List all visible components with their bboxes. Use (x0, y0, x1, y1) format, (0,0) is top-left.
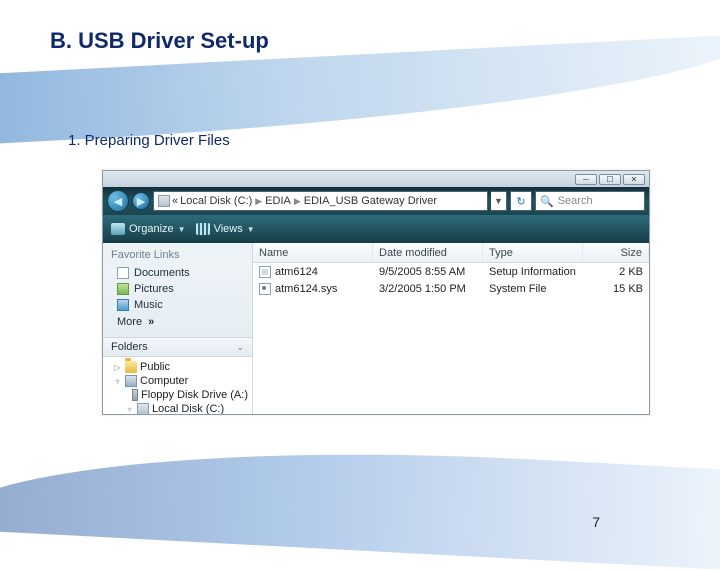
file-date: 9/5/2005 8:55 AM (373, 266, 483, 278)
music-icon (117, 299, 129, 311)
slide-title: B. USB Driver Set-up (50, 28, 269, 54)
slide-decoration-bottom (0, 429, 720, 571)
column-name[interactable]: Name (253, 243, 373, 262)
file-date: 3/2/2005 1:50 PM (373, 283, 483, 295)
views-label: Views (214, 223, 243, 235)
crumb-gateway[interactable]: EDIA_USB Gateway Driver (304, 195, 437, 207)
expander-icon[interactable]: ▷ (113, 363, 122, 372)
sidebar-item-label: Documents (134, 267, 190, 279)
floppy-icon (132, 389, 138, 401)
search-icon: 🔍 (540, 195, 554, 208)
sidebar-item-documents[interactable]: Documents (103, 265, 252, 281)
tree-item-computer[interactable]: ▿ Computer (105, 374, 250, 388)
tree-item-label: Computer (140, 375, 188, 387)
sidebar-item-pictures[interactable]: Pictures (103, 281, 252, 297)
crumb-edia[interactable]: EDIA (265, 195, 291, 207)
tree-item-cdrive[interactable]: ▿ Local Disk (C:) (105, 402, 250, 414)
file-icon (259, 266, 271, 278)
sidebar-item-label: Music (134, 299, 163, 311)
arrow-right-icon: ▶ (137, 195, 145, 208)
maximize-button[interactable]: ☐ (599, 174, 621, 185)
views-icon (196, 223, 210, 235)
organize-menu[interactable]: Organize ▼ (111, 223, 186, 235)
minimize-button[interactable]: ─ (575, 174, 597, 185)
navigation-pane: Favorite Links Documents Pictures Music … (103, 243, 253, 414)
folders-label: Folders (111, 341, 148, 353)
file-size: 2 KB (583, 266, 649, 278)
toolbar: Organize ▼ Views ▼ (103, 215, 649, 243)
column-type[interactable]: Type (483, 243, 583, 262)
file-size: 15 KB (583, 283, 649, 295)
sidebar-item-label: Pictures (134, 283, 174, 295)
chevron-down-icon: ⌄ (236, 342, 244, 353)
file-explorer-window: ─ ☐ ✕ ◀ ▶ « Local Disk (C:) ▶ EDIA ▶ EDI… (102, 170, 650, 415)
drive-icon (137, 403, 149, 414)
address-bar: ◀ ▶ « Local Disk (C:) ▶ EDIA ▶ EDIA_USB … (103, 187, 649, 215)
file-type: System File (483, 283, 583, 295)
column-size[interactable]: Size (583, 243, 649, 262)
column-headers: Name Date modified Type Size (253, 243, 649, 263)
crumb-prefix: « (172, 195, 178, 207)
file-type: Setup Information (483, 266, 583, 278)
window-titlebar: ─ ☐ ✕ (103, 171, 649, 187)
folder-icon (125, 361, 137, 373)
drive-icon (158, 195, 170, 207)
file-row[interactable]: atm6124 9/5/2005 8:55 AMSetup Information… (253, 263, 649, 280)
tree-item-label: Public (140, 361, 170, 373)
file-icon (259, 283, 271, 295)
views-menu[interactable]: Views ▼ (196, 223, 255, 235)
back-button[interactable]: ◀ (107, 190, 129, 212)
expander-icon[interactable]: ▿ (125, 405, 134, 414)
favorites-header: Favorite Links (103, 243, 252, 265)
breadcrumb-dropdown[interactable]: ▼ (491, 191, 507, 211)
file-name: atm6124.sys (275, 283, 337, 295)
chevron-down-icon: ▼ (247, 225, 255, 234)
tree-item-label: Floppy Disk Drive (A:) (141, 389, 248, 401)
tree-item-public[interactable]: ▷ Public (105, 360, 250, 374)
breadcrumb[interactable]: « Local Disk (C:) ▶ EDIA ▶ EDIA_USB Gate… (153, 191, 488, 211)
file-list-pane: Name Date modified Type Size atm6124 9/5/… (253, 243, 649, 414)
documents-icon (117, 267, 129, 279)
organize-label: Organize (129, 223, 174, 235)
search-input[interactable]: 🔍 Search (535, 191, 645, 211)
slide-subheading: 1. Preparing Driver Files (68, 132, 230, 149)
pictures-icon (117, 283, 129, 295)
sidebar-item-label: More (117, 316, 142, 328)
tree-item-floppy[interactable]: Floppy Disk Drive (A:) (105, 388, 250, 402)
sidebar-item-music[interactable]: Music (103, 297, 252, 313)
chevron-down-icon: ▼ (178, 225, 186, 234)
forward-button[interactable]: ▶ (132, 192, 150, 210)
organize-icon (111, 223, 125, 235)
page-number: 7 (592, 514, 600, 530)
file-name: atm6124 (275, 266, 318, 278)
computer-icon (125, 375, 137, 387)
folders-section-header[interactable]: Folders ⌄ (103, 337, 252, 357)
crumb-local-disk[interactable]: Local Disk (C:) (180, 195, 252, 207)
file-row[interactable]: atm6124.sys 3/2/2005 1:50 PMSystem File15… (253, 280, 649, 297)
refresh-icon: ↻ (516, 195, 525, 208)
column-date[interactable]: Date modified (373, 243, 483, 262)
expander-icon[interactable]: ▿ (113, 377, 122, 386)
refresh-button[interactable]: ↻ (510, 191, 532, 211)
folder-tree: ▷ Public ▿ Computer Floppy Disk Drive (A… (103, 357, 252, 414)
explorer-content: Favorite Links Documents Pictures Music … (103, 243, 649, 414)
search-placeholder: Search (558, 195, 593, 207)
chevron-right-icon: ▶ (254, 196, 263, 207)
arrow-left-icon: ◀ (114, 195, 122, 208)
sidebar-item-more[interactable]: More » (103, 313, 252, 331)
close-button[interactable]: ✕ (623, 174, 645, 185)
tree-item-label: Local Disk (C:) (152, 403, 224, 414)
chevron-right-icon: ▶ (293, 196, 302, 207)
